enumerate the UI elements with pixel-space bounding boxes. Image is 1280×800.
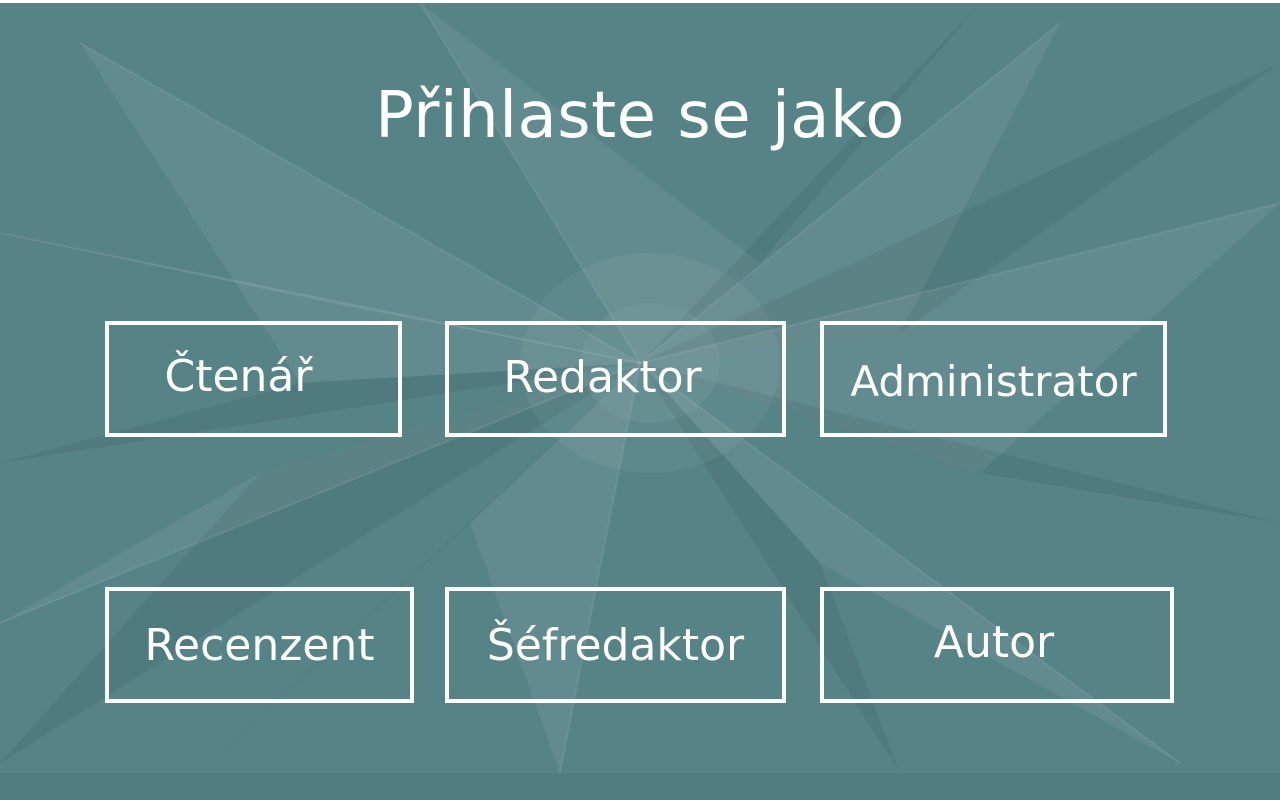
role-button-sefredaktor[interactable]: Šéfredaktor (445, 587, 786, 703)
role-button-autor[interactable]: Autor (820, 587, 1174, 703)
role-button-label: Recenzent (144, 619, 375, 671)
role-button-label: Čtenář (164, 350, 313, 402)
page-title: Přihlaste se jako (375, 79, 905, 153)
role-button-recenzent[interactable]: Recenzent (105, 587, 414, 703)
role-button-label: Redaktor (503, 351, 702, 403)
login-role-screen: Přihlaste se jako Čtenář Redaktor Admini… (0, 3, 1280, 800)
role-button-administrator[interactable]: Administrator (820, 321, 1167, 437)
role-button-label: Šéfredaktor (486, 619, 745, 671)
role-button-label: Autor (933, 616, 1055, 668)
role-button-redaktor[interactable]: Redaktor (445, 321, 786, 437)
role-button-label: Administrator (850, 356, 1137, 406)
footer-band (0, 773, 1280, 800)
role-button-ctenar[interactable]: Čtenář (105, 321, 402, 437)
